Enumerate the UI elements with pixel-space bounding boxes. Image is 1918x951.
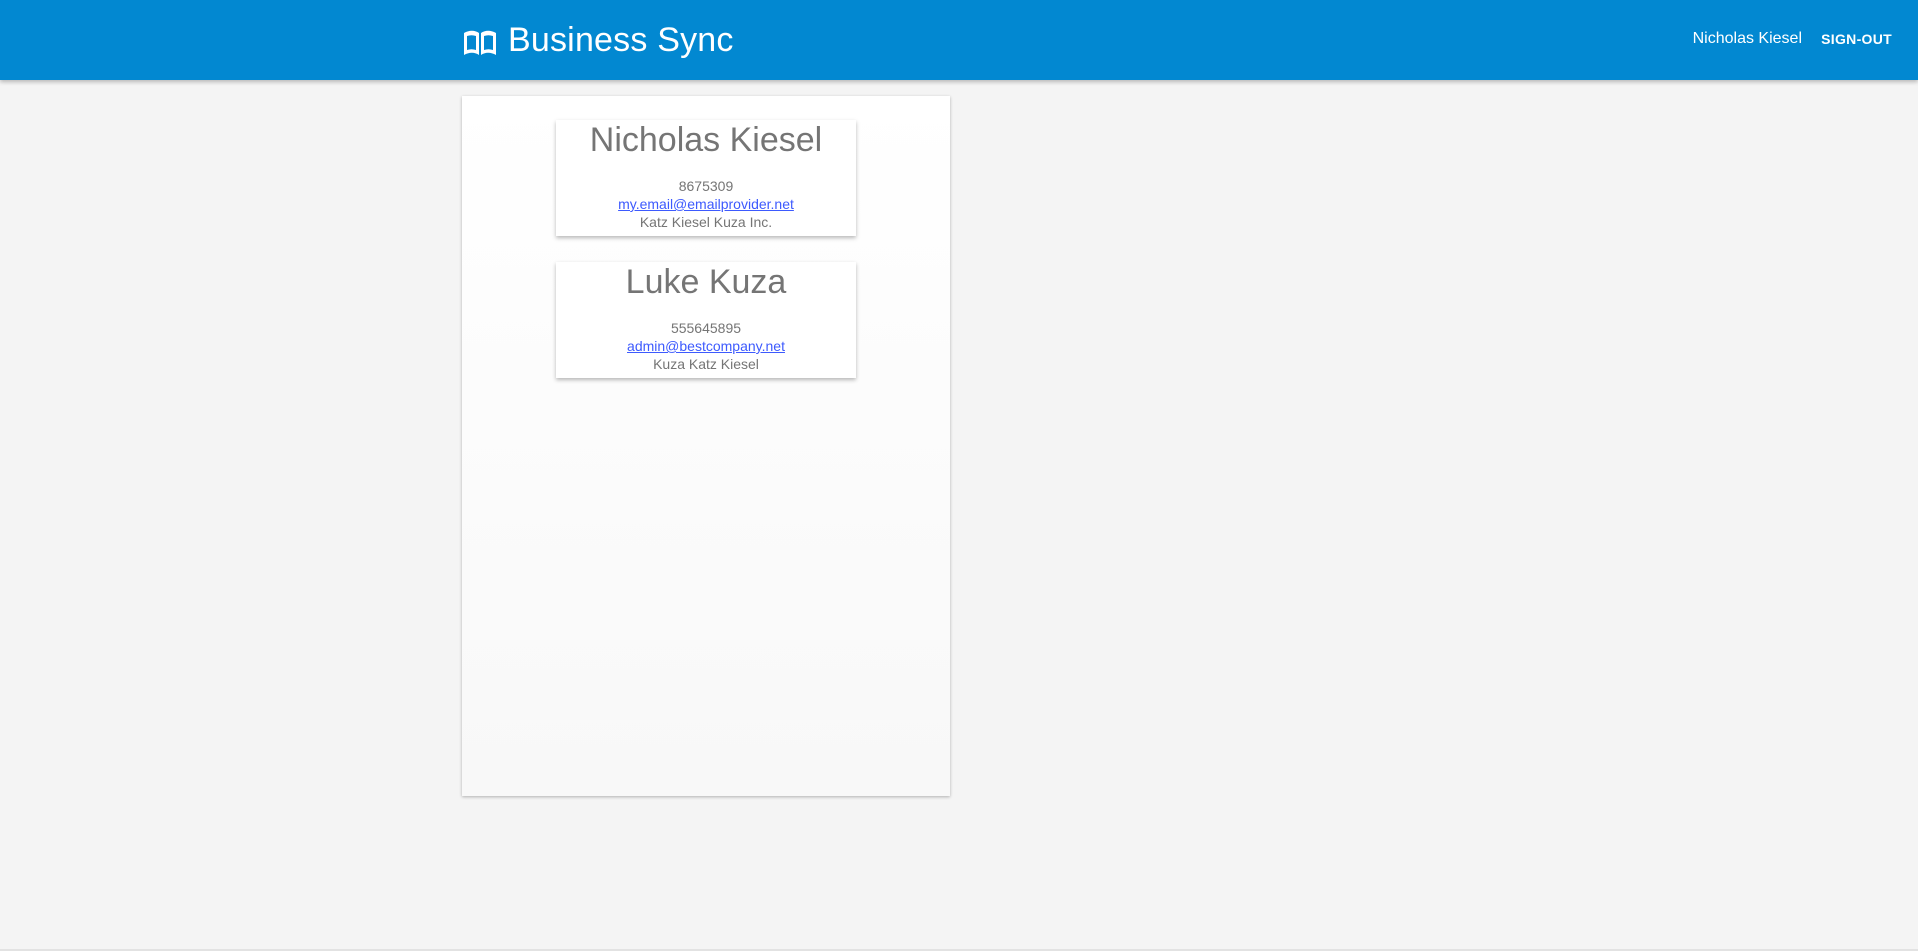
contact-card: Nicholas Kiesel 8675309 my.email@emailpr… (556, 120, 856, 236)
contact-card: Luke Kuza 555645895 admin@bestcompany.ne… (556, 262, 856, 378)
brand-home-link[interactable]: Business Sync (462, 20, 734, 60)
app-bar: Business Sync Nicholas Kiesel SIGN-OUT (0, 0, 1918, 80)
contact-email-link[interactable]: admin@bestcompany.net (556, 337, 856, 355)
contact-name: Luke Kuza (625, 263, 787, 301)
app-title: Business Sync (508, 21, 734, 59)
contact-phone: 8675309 (678, 178, 734, 194)
contact-phone: 555645895 (670, 320, 742, 336)
book-open-icon (462, 28, 498, 58)
contact-company: Katz Kiesel Kuza Inc. (639, 214, 773, 230)
current-user-name: Nicholas Kiesel (1692, 30, 1802, 47)
contact-name: Nicholas Kiesel (589, 121, 823, 159)
contact-email-link[interactable]: my.email@emailprovider.net (556, 195, 856, 213)
contacts-panel: Nicholas Kiesel 8675309 my.email@emailpr… (462, 96, 950, 796)
sign-out-button[interactable]: SIGN-OUT (1821, 28, 1892, 50)
contact-company: Kuza Katz Kiesel (653, 356, 759, 372)
